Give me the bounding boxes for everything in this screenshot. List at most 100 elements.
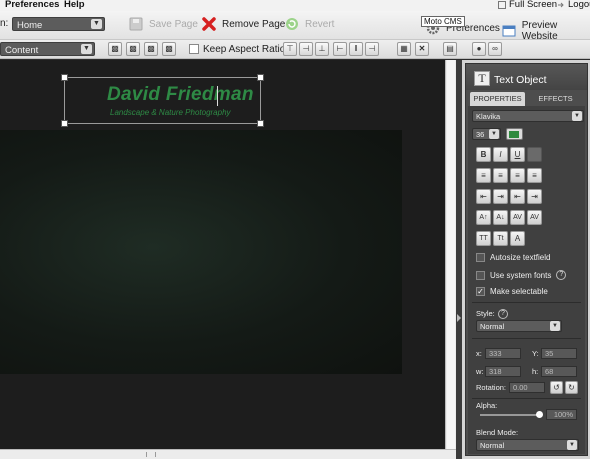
page-select[interactable]: Home ▼ — [12, 17, 105, 31]
separator — [472, 338, 581, 339]
resize-handle-top-left[interactable] — [61, 74, 68, 81]
clear-format-icon[interactable]: A — [510, 231, 525, 246]
panel-header: T Text Object — [466, 64, 587, 90]
justify-text-icon[interactable]: ≡ — [527, 168, 542, 183]
send-to-back-icon[interactable]: ▩ — [162, 42, 176, 56]
font-select-value: Klavika — [476, 112, 501, 121]
horizontal-scrollbar[interactable] — [0, 449, 456, 459]
bring-forward-icon[interactable]: ▩ — [108, 42, 122, 56]
lock-icon[interactable]: ● — [472, 42, 486, 56]
remove-page-button[interactable]: Remove Page — [201, 16, 285, 32]
alpha-label: Alpha: — [476, 401, 498, 410]
site-subtitle-text[interactable]: Landscape & Nature Photography — [110, 108, 231, 117]
save-page-button[interactable]: Save Page — [128, 16, 198, 32]
align-right-text-icon[interactable]: ≡ — [510, 168, 525, 183]
logout-link[interactable]: Logout — [557, 0, 590, 10]
vertical-scroll-thumb[interactable] — [447, 60, 455, 449]
system-fonts-checkbox[interactable] — [476, 270, 485, 280]
blend-mode-label: Blend Mode: — [476, 428, 519, 437]
indent-right-icon[interactable]: ⇥ — [493, 189, 508, 204]
collapse-arrow-icon[interactable] — [457, 314, 461, 322]
page-select-value: Home — [17, 20, 43, 31]
height-field[interactable]: 68 — [541, 366, 577, 377]
horizontal-scroll-grip[interactable] — [146, 452, 156, 457]
full-screen-link[interactable]: Full Screen — [498, 0, 557, 10]
letter-spacing-up-icon[interactable]: AV — [510, 210, 525, 225]
logout-label: Logout — [568, 0, 590, 10]
chevron-down-icon: ▼ — [572, 111, 582, 121]
style-select[interactable]: Normal ▼ — [476, 320, 562, 332]
blend-mode-select[interactable]: Normal ▼ — [476, 439, 579, 451]
tooltip: Moto CMS — [421, 16, 465, 27]
italic-button[interactable]: I — [493, 147, 508, 162]
autosize-checkbox[interactable] — [476, 253, 485, 262]
delete-icon[interactable]: ✕ — [415, 42, 429, 56]
y-label: Y: — [532, 349, 539, 358]
align-center-text-icon[interactable]: ≡ — [493, 168, 508, 183]
align-middle-icon[interactable]: ⊣ — [299, 42, 313, 56]
page-label: n: — [0, 18, 9, 29]
align-left-icon[interactable]: ⊢ — [333, 42, 347, 56]
alpha-slider-track[interactable] — [480, 414, 540, 416]
site-title-text[interactable]: David Friedman — [107, 84, 254, 106]
make-selectable-row[interactable]: ✓ Make selectable — [476, 287, 548, 296]
canvas[interactable]: David Friedman Landscape & Nature Photog… — [0, 60, 445, 449]
send-backward-icon[interactable]: ▩ — [126, 42, 140, 56]
rotate-left-icon[interactable]: ↺ — [550, 381, 563, 394]
rotation-field[interactable]: 0.00 — [509, 382, 545, 393]
align-top-icon[interactable]: ⊤ — [283, 42, 297, 56]
letter-spacing-down-icon[interactable]: AV — [527, 210, 542, 225]
style-select-value: Normal — [480, 322, 505, 331]
tab-properties[interactable]: PROPERTIES — [470, 92, 525, 106]
preview-website-button[interactable]: Preview Website — [502, 20, 590, 42]
help-icon[interactable]: ? — [556, 270, 567, 280]
resize-handle-top-right[interactable] — [257, 74, 264, 81]
help-icon[interactable]: ? — [498, 309, 508, 319]
hero-image-area[interactable] — [0, 130, 402, 374]
alpha-slider-knob[interactable] — [536, 411, 543, 418]
align-center-icon[interactable]: ‖ — [349, 42, 363, 56]
menu-help[interactable]: Help — [64, 0, 85, 10]
capitalize-icon[interactable]: Tt — [493, 231, 508, 246]
x-field[interactable]: 333 — [485, 348, 521, 359]
resize-handle-bottom-right[interactable] — [257, 120, 264, 127]
line-height-down-icon[interactable]: A↓ — [493, 210, 508, 225]
outdent-icon[interactable]: ⇤ — [510, 189, 525, 204]
margin-icon[interactable]: ⇥ — [527, 189, 542, 204]
font-size-value: 36 — [476, 130, 485, 139]
grid-icon[interactable]: ▦ — [397, 42, 411, 56]
align-right-icon[interactable]: ⊣ — [365, 42, 379, 56]
rotate-right-icon[interactable]: ↻ — [565, 381, 578, 394]
tab-effects[interactable]: EFFECTS — [528, 92, 583, 106]
bold-button[interactable]: B — [476, 147, 491, 162]
page-properties-icon[interactable]: ▤ — [443, 42, 457, 56]
revert-label: Revert — [305, 18, 335, 30]
autosize-row[interactable]: Autosize textfield — [476, 253, 550, 262]
font-size-select[interactable]: 36 ▼ — [472, 128, 501, 140]
chevron-down-icon: ▼ — [550, 321, 560, 331]
revert-button[interactable]: Revert — [284, 16, 334, 32]
align-left-text-icon[interactable]: ≡ — [476, 168, 491, 183]
make-selectable-checkbox[interactable]: ✓ — [476, 287, 485, 296]
alpha-field[interactable]: 100% — [546, 409, 577, 420]
font-select[interactable]: Klavika ▼ — [472, 110, 584, 122]
properties-panel: T Text Object PROPERTIES EFFECTS Klavika… — [462, 60, 590, 459]
keep-aspect-ratio-checkbox[interactable] — [189, 44, 199, 54]
line-height-up-icon[interactable]: A↑ — [476, 210, 491, 225]
indent-left-icon[interactable]: ⇤ — [476, 189, 491, 204]
y-field[interactable]: 35 — [541, 348, 577, 359]
width-field[interactable]: 318 — [485, 366, 521, 377]
uppercase-icon[interactable]: TT — [476, 231, 491, 246]
layer-select[interactable]: Content ▼ — [0, 42, 95, 56]
resize-handle-bottom-left[interactable] — [61, 120, 68, 127]
color-swatch[interactable] — [506, 128, 523, 140]
vertical-scrollbar[interactable] — [445, 60, 456, 449]
system-fonts-row[interactable]: Use system fonts ? — [476, 270, 567, 280]
bring-to-front-icon[interactable]: ▩ — [144, 42, 158, 56]
menu-preferences[interactable]: Preferences — [5, 0, 59, 10]
align-bottom-icon[interactable]: ⊥ — [315, 42, 329, 56]
keep-aspect-ratio-label: Keep Aspect Ratio — [203, 44, 286, 55]
link-icon[interactable]: ∞ — [488, 42, 502, 56]
underline-button[interactable]: U — [510, 147, 525, 162]
link-icon[interactable] — [527, 147, 542, 162]
